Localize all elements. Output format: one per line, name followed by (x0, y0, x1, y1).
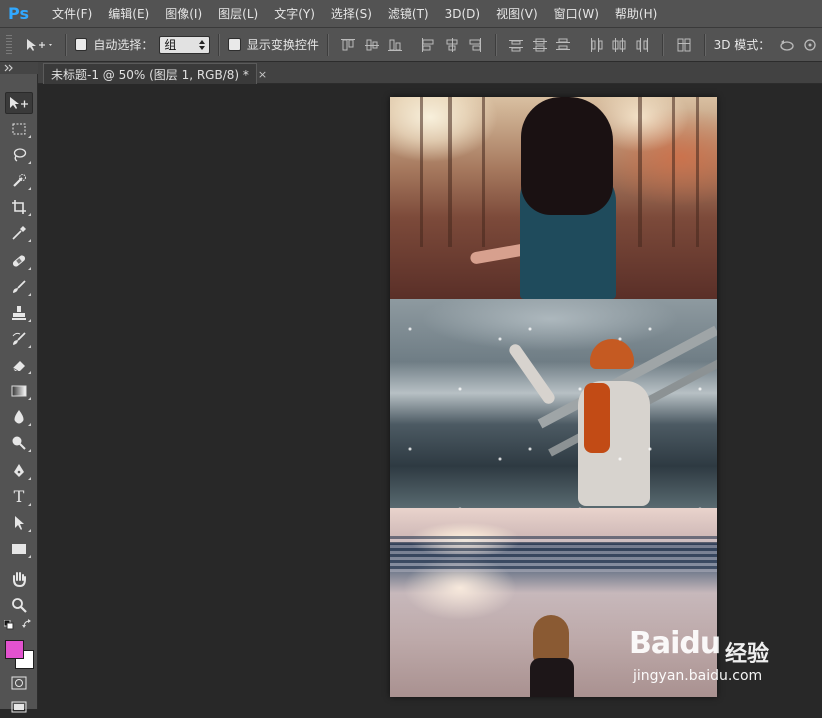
quick-mask-mode-button[interactable] (5, 672, 33, 694)
move-tool-icon (8, 95, 30, 111)
brush-icon (11, 279, 27, 295)
menu-window[interactable]: 窗口(W) (546, 0, 607, 28)
move-tool[interactable] (5, 92, 33, 114)
move-tool-preset-icon[interactable] (22, 34, 57, 56)
menu-file[interactable]: 文件(F) (44, 0, 100, 28)
document-tab-strip: 未标题-1 @ 50% (图层 1, RGB/8) * × (38, 62, 822, 84)
close-icon[interactable]: × (258, 68, 267, 81)
auto-select-dropdown[interactable]: 组 (159, 35, 211, 54)
marquee-icon (11, 121, 27, 137)
mode-3d-label: 3D 模式： (713, 38, 771, 52)
screen-mode-icon (11, 701, 27, 713)
align-top-edges-button[interactable] (338, 34, 359, 56)
foreground-color-swatch[interactable] (5, 640, 24, 659)
document-tab[interactable]: 未标题-1 @ 50% (图层 1, RGB/8) * × (43, 63, 267, 84)
hand-icon (11, 571, 27, 587)
document-canvas[interactable] (390, 97, 717, 697)
zoom-tool[interactable] (5, 594, 33, 616)
rectangle-tool[interactable] (5, 538, 33, 560)
type-icon: T (13, 487, 25, 506)
auto-select-checkbox[interactable] (74, 38, 88, 51)
eyedropper-tool[interactable] (5, 222, 33, 244)
history-brush-tool[interactable] (5, 328, 33, 350)
align-right-edges-button[interactable] (464, 34, 485, 56)
menu-layer[interactable]: 图层(L) (210, 0, 266, 28)
lasso-icon (11, 147, 27, 163)
photo-autumn-forest-girl (390, 97, 717, 299)
magnifier-icon (11, 597, 27, 613)
crop-tool[interactable] (5, 196, 33, 218)
auto-select-label: 自动选择： (93, 38, 154, 52)
menu-view[interactable]: 视图(V) (488, 0, 546, 28)
gradient-icon (11, 384, 27, 398)
3d-rotate-icon[interactable] (776, 34, 797, 56)
menu-edit[interactable]: 编辑(E) (100, 0, 157, 28)
distribute-bottom-edges-button[interactable] (552, 34, 573, 56)
show-transform-label: 显示变换控件 (246, 38, 319, 52)
spot-healing-brush-tool[interactable] (5, 250, 33, 272)
menu-select[interactable]: 选择(S) (323, 0, 380, 28)
drop-icon (12, 409, 26, 425)
swap-colors-icon[interactable] (22, 619, 32, 629)
distribute-vertical-centers-button[interactable] (529, 34, 550, 56)
pen-icon (11, 463, 27, 479)
screen-mode-button[interactable] (5, 696, 33, 718)
pen-tool[interactable] (5, 460, 33, 482)
eyedropper-icon (11, 225, 27, 241)
photoshop-logo: Ps (8, 3, 29, 23)
eraser-icon (11, 357, 27, 373)
dodge-tool[interactable] (5, 432, 33, 454)
align-bottom-edges-button[interactable] (384, 34, 405, 56)
type-tool[interactable]: T (5, 486, 33, 508)
stamp-icon (11, 305, 27, 321)
history-brush-icon (11, 331, 27, 347)
rectangle-icon (11, 542, 27, 556)
distribute-right-edges-button[interactable] (632, 34, 653, 56)
document-tab-title: 未标题-1 @ 50% (图层 1, RGB/8) * (51, 67, 249, 82)
hand-tool[interactable] (5, 568, 33, 590)
photo-beach-girl (390, 508, 717, 697)
menu-type[interactable]: 文字(Y) (266, 0, 323, 28)
auto-select-value: 组 (164, 38, 177, 52)
quick-selection-tool[interactable] (5, 170, 33, 192)
canvas-area[interactable] (38, 84, 822, 709)
path-selection-tool[interactable] (5, 512, 33, 534)
toolbar-collapse-handle[interactable] (0, 62, 38, 74)
auto-align-layers-button[interactable] (673, 34, 694, 56)
brush-tool[interactable] (5, 276, 33, 298)
blur-tool[interactable] (5, 406, 33, 428)
menu-bar: Ps 文件(F) 编辑(E) 图像(I) 图层(L) 文字(Y) 选择(S) 滤… (0, 0, 822, 28)
quick-selection-icon (11, 173, 27, 189)
distribute-top-edges-button[interactable] (506, 34, 527, 56)
distribute-left-edges-button[interactable] (585, 34, 606, 56)
distribute-horizontal-centers-button[interactable] (609, 34, 630, 56)
crop-icon (11, 199, 27, 215)
menu-help[interactable]: 帮助(H) (607, 0, 665, 28)
align-horizontal-centers-button[interactable] (441, 34, 462, 56)
clone-stamp-tool[interactable] (5, 302, 33, 324)
bandage-icon (11, 253, 27, 269)
options-bar-grip[interactable] (6, 34, 12, 55)
eraser-tool[interactable] (5, 354, 33, 376)
lasso-tool[interactable] (5, 144, 33, 166)
options-bar: 自动选择： 组 显示变换控件 3D 模式： (0, 28, 822, 62)
menu-image[interactable]: 图像(I) (157, 0, 210, 28)
gradient-tool[interactable] (5, 380, 33, 402)
show-transform-checkbox[interactable] (228, 38, 241, 51)
photo-snowy-lake-girl (390, 299, 717, 508)
3d-roll-icon[interactable] (800, 34, 821, 56)
path-selection-arrow-icon (12, 515, 26, 531)
align-vertical-centers-button[interactable] (361, 34, 382, 56)
updown-arrows-icon (199, 39, 206, 50)
default-colors-icon[interactable] (4, 620, 14, 630)
tools-panel: T (0, 74, 38, 713)
dodge-icon (11, 435, 27, 451)
rectangular-marquee-tool[interactable] (5, 118, 33, 140)
quick-mask-icon (11, 676, 27, 690)
menu-3d[interactable]: 3D(D) (437, 0, 488, 28)
align-left-edges-button[interactable] (418, 34, 439, 56)
menu-filter[interactable]: 滤镜(T) (380, 0, 437, 28)
